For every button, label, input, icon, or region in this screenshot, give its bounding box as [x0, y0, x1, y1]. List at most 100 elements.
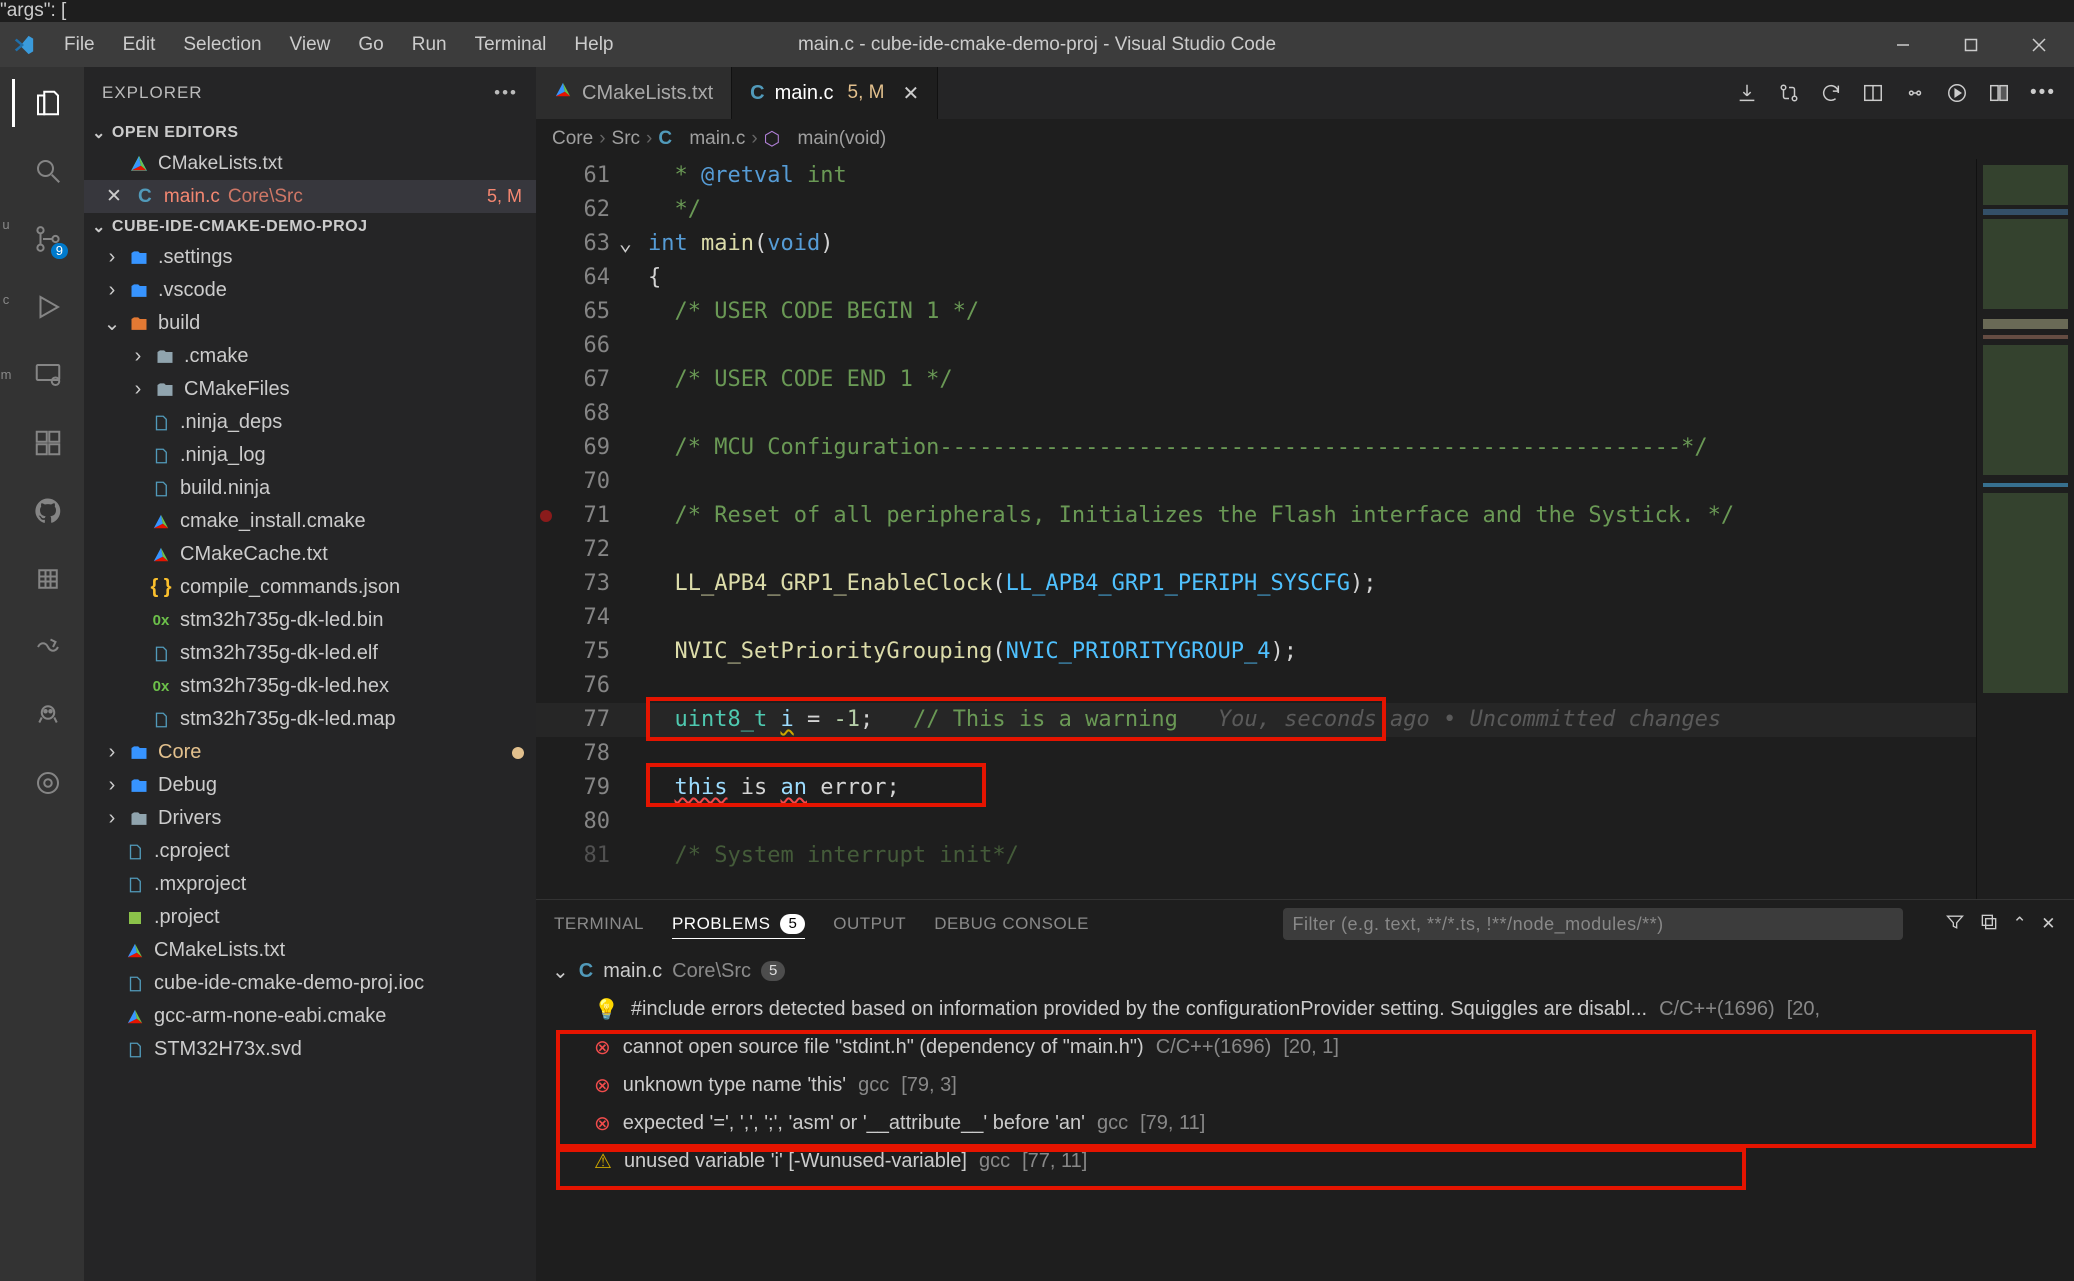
more-icon[interactable]: •••	[2030, 82, 2056, 104]
panel-tab-terminal[interactable]: TERMINAL	[554, 910, 644, 938]
code-line[interactable]: 81 /* System interrupt init*/	[536, 839, 1976, 873]
tree-item[interactable]: stm32h735g-dk-led.map	[84, 703, 536, 736]
activity-extensions-icon[interactable]	[24, 419, 72, 467]
download-icon[interactable]	[1736, 82, 1758, 104]
run-icon[interactable]	[1946, 82, 1968, 104]
tree-item[interactable]: ›.cmake	[84, 340, 536, 373]
activity-explorer-icon[interactable]	[24, 79, 72, 127]
tab-main-c[interactable]: C main.c 5, M ✕	[732, 67, 938, 119]
crumb-src[interactable]: Src	[612, 128, 641, 150]
tree-item[interactable]: ›Drivers	[84, 802, 536, 835]
menu-terminal[interactable]: Terminal	[465, 34, 557, 56]
problem-item[interactable]: ⊗unknown type name 'this' gcc [79, 3]	[546, 1066, 2074, 1104]
crumb-symbol[interactable]: ⬡ main(void)	[764, 128, 887, 151]
problem-item[interactable]: 💡#include errors detected based on infor…	[546, 990, 2074, 1028]
code-editor[interactable]: 61 * @retval int62 */63⌄int main(void)64…	[536, 159, 1976, 899]
panel-tab-problems[interactable]: PROBLEMS 5	[672, 910, 805, 939]
breadcrumbs[interactable]: Core › Src › C main.c › ⬡ main(void)	[536, 119, 2074, 159]
breakpoint-icon[interactable]	[540, 510, 552, 522]
tree-item[interactable]: .ninja_log	[84, 439, 536, 472]
tree-item[interactable]: CMakeCache.txt	[84, 538, 536, 571]
tree-item[interactable]: ›Debug	[84, 769, 536, 802]
code-line[interactable]: 65 /* USER CODE BEGIN 1 */	[536, 295, 1976, 329]
problem-item[interactable]: ⚠unused variable 'i' [-Wunused-variable]…	[546, 1142, 2074, 1180]
activity-cmake-icon[interactable]	[24, 759, 72, 807]
tree-item[interactable]: CMakeLists.txt	[84, 934, 536, 967]
tree-item[interactable]: ›Core	[84, 736, 536, 769]
code-line[interactable]: 74	[536, 601, 1976, 635]
problem-item[interactable]: ⊗cannot open source file "stdint.h" (dep…	[546, 1028, 2074, 1066]
filter-icon[interactable]	[1945, 912, 1965, 937]
menu-run[interactable]: Run	[402, 34, 457, 56]
problems-file-header[interactable]: ⌄ C main.c Core\Src 5	[546, 952, 2074, 990]
menu-selection[interactable]: Selection	[173, 34, 271, 56]
crumb-file[interactable]: C main.c	[658, 128, 745, 150]
code-line[interactable]: 63⌄int main(void)	[536, 227, 1976, 261]
tree-item[interactable]: .cproject	[84, 835, 536, 868]
minimize-button[interactable]	[1880, 30, 1926, 60]
section-folder[interactable]: ⌄ CUBE-IDE-CMAKE-DEMO-PROJ	[84, 213, 536, 241]
tree-item[interactable]: .project	[84, 901, 536, 934]
tree-item[interactable]: 0xstm32h735g-dk-led.hex	[84, 670, 536, 703]
chevron-up-icon[interactable]: ⌃	[2013, 914, 2028, 934]
split-editor-icon[interactable]	[1988, 82, 2010, 104]
problems-list[interactable]: ⌄ C main.c Core\Src 5 💡#include errors d…	[536, 948, 2074, 1281]
activity-github-icon[interactable]	[24, 487, 72, 535]
problems-filter-input[interactable]: Filter (e.g. text, **/*.ts, !**/node_mod…	[1283, 908, 1903, 940]
split-right-icon[interactable]	[1862, 82, 1884, 104]
code-line[interactable]: 71 /* Reset of all peripherals, Initiali…	[536, 499, 1976, 533]
code-line[interactable]: 72	[536, 533, 1976, 567]
close-icon[interactable]: ✕	[902, 81, 919, 106]
tree-item[interactable]: 0xstm32h735g-dk-led.bin	[84, 604, 536, 637]
code-line[interactable]: 62 */	[536, 193, 1976, 227]
code-line[interactable]: 77 uint8_t i = -1; // This is a warningY…	[536, 703, 1976, 737]
activity-pio-icon[interactable]	[24, 691, 72, 739]
tree-item[interactable]: gcc-arm-none-eabi.cmake	[84, 1000, 536, 1033]
menu-edit[interactable]: Edit	[113, 34, 166, 56]
tree-item[interactable]: STM32H73x.svd	[84, 1033, 536, 1066]
tree-item[interactable]: .mxproject	[84, 868, 536, 901]
tree-item[interactable]: build.ninja	[84, 472, 536, 505]
close-icon[interactable]: ✕	[106, 185, 122, 208]
activity-remote-icon[interactable]	[24, 351, 72, 399]
activity-cortex-icon[interactable]	[24, 555, 72, 603]
activity-run-debug-icon[interactable]	[24, 283, 72, 331]
menu-help[interactable]: Help	[564, 34, 623, 56]
panel-tab-output[interactable]: OUTPUT	[833, 910, 906, 938]
more-icon[interactable]: •••	[494, 83, 518, 103]
git-compare-icon[interactable]	[1778, 82, 1800, 104]
section-open-editors[interactable]: ⌄ OPEN EDITORS	[84, 119, 536, 147]
code-line[interactable]: 69 /* MCU Configuration-----------------…	[536, 431, 1976, 465]
tree-item[interactable]: ⌄build	[84, 307, 536, 340]
code-line[interactable]: 78	[536, 737, 1976, 771]
fold-icon[interactable]: ⌄	[619, 227, 632, 261]
tree-item[interactable]: .ninja_deps	[84, 406, 536, 439]
panel-tab-debug-console[interactable]: DEBUG CONSOLE	[934, 910, 1089, 938]
minimap[interactable]	[1976, 159, 2074, 899]
collapse-all-icon[interactable]	[1979, 912, 1999, 937]
tree-item[interactable]: cube-ide-cmake-demo-proj.ioc	[84, 967, 536, 1000]
tree-item[interactable]: ›.vscode	[84, 274, 536, 307]
crumb-core[interactable]: Core	[552, 128, 593, 150]
activity-search-icon[interactable]	[24, 147, 72, 195]
code-line[interactable]: 61 * @retval int	[536, 159, 1976, 193]
code-line[interactable]: 79 this is an error;	[536, 771, 1976, 805]
open-editor-item[interactable]: ✕ C main.c Core\Src 5, M	[84, 180, 536, 213]
code-line[interactable]: 73 LL_APB4_GRP1_EnableClock(LL_APB4_GRP1…	[536, 567, 1976, 601]
close-icon[interactable]: ✕	[2041, 914, 2056, 934]
file-tree[interactable]: ›.settings›.vscode⌄build›.cmake›CMakeFil…	[84, 241, 536, 1281]
menu-view[interactable]: View	[280, 34, 341, 56]
code-line[interactable]: 75 NVIC_SetPriorityGrouping(NVIC_PRIORIT…	[536, 635, 1976, 669]
code-line[interactable]: 66	[536, 329, 1976, 363]
revert-icon[interactable]	[1820, 82, 1842, 104]
tree-item[interactable]: { }compile_commands.json	[84, 571, 536, 604]
go-to-icon[interactable]	[1904, 82, 1926, 104]
code-line[interactable]: 76	[536, 669, 1976, 703]
maximize-button[interactable]	[1948, 30, 1994, 60]
activity-share-icon[interactable]	[24, 623, 72, 671]
menu-go[interactable]: Go	[348, 34, 393, 56]
tree-item[interactable]: stm32h735g-dk-led.elf	[84, 637, 536, 670]
menu-file[interactable]: File	[54, 34, 105, 56]
close-button[interactable]	[2016, 30, 2062, 60]
problem-item[interactable]: ⊗expected '=', ',', ';', 'asm' or '__att…	[546, 1104, 2074, 1142]
